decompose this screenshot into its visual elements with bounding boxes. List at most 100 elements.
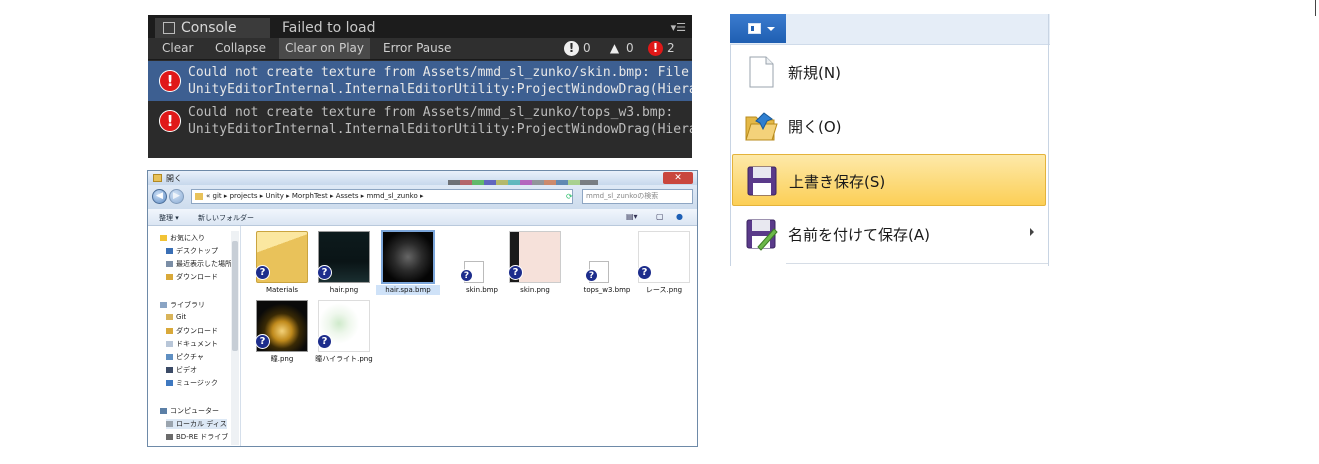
clear-button[interactable]: Clear: [156, 38, 199, 59]
menu-topbar: [730, 14, 1050, 45]
nav-label: BD-RE ドライブ: [176, 433, 229, 441]
console-toolbar: Clear Collapse Clear on Play Error Pause…: [148, 38, 692, 60]
nav-scrollbar[interactable]: [231, 231, 239, 445]
office-file-menu: 新規(N) 開く(O) 上書き保存(S) 名前を付けて保存(A): [730, 14, 1050, 266]
log-message-line1: Could not create texture from Assets/mmd…: [188, 105, 674, 120]
nav-git[interactable]: Git: [166, 313, 186, 321]
log-row[interactable]: ! Could not create texture from Assets/m…: [148, 61, 692, 101]
navigation-pane: お気に入り デスクトップ 最近表示した場所 ダウンロード ライブラリ Git ダ…: [148, 226, 241, 446]
help-icon[interactable]: ●: [676, 212, 686, 221]
error-count-toggle[interactable]: ! 2: [648, 40, 675, 57]
nav-favorites[interactable]: お気に入り: [160, 233, 205, 243]
recent-places-icon: [166, 261, 173, 267]
error-count: 2: [667, 41, 675, 55]
forward-button[interactable]: ▶: [169, 189, 184, 204]
nav-bd-drive[interactable]: BD-RE ドライブ: [166, 432, 228, 442]
new-document-icon: [749, 56, 774, 88]
menu-item-open[interactable]: 開く(O): [732, 100, 1046, 152]
chevron-right-icon: [1030, 228, 1034, 236]
tab-console-label: Console: [181, 20, 237, 36]
warning-icon: ▲: [609, 41, 620, 55]
tab-console[interactable]: Console: [155, 18, 270, 38]
document-icon: [166, 341, 173, 347]
file-name: hair.spa.bmp: [376, 285, 440, 295]
nav-downloads[interactable]: ダウンロード: [166, 272, 218, 282]
nav-music[interactable]: ミュージック: [166, 378, 218, 388]
nav-label: お気に入り: [170, 234, 205, 242]
warning-count-toggle[interactable]: ▲ 0: [607, 40, 634, 57]
nav-label: ローカル ディス: [176, 420, 227, 428]
console-tab-icon: [163, 22, 175, 34]
new-folder-button[interactable]: 新しいフォルダー: [198, 213, 254, 223]
info-count-toggle[interactable]: ! 0: [564, 40, 591, 57]
error-icon: !: [159, 110, 181, 132]
address-row: ◀ ▶ « git ▸ projects ▸ Unity ▸ MorphTest…: [148, 185, 697, 209]
menu-item-new[interactable]: 新規(N): [732, 46, 1046, 98]
question-mark-icon: ?: [255, 334, 270, 349]
tab-menu-icon[interactable]: ▾☰: [671, 21, 686, 34]
scrollbar-thumb[interactable]: [232, 241, 238, 351]
log-message: Could not create texture from Assets/mmd…: [188, 104, 692, 138]
console-tabbar: Console Failed to load ▾☰: [148, 15, 692, 38]
question-mark-icon: ?: [585, 269, 598, 282]
close-button[interactable]: ✕: [663, 172, 693, 184]
question-mark-icon: ?: [460, 269, 473, 282]
nav-desktop[interactable]: デスクトップ: [166, 246, 218, 256]
image-thumbnail: [381, 230, 435, 284]
nav-pictures[interactable]: ピクチャ: [166, 352, 204, 362]
nav-local-disk[interactable]: ローカル ディス: [166, 419, 227, 429]
tab-failed-to-load[interactable]: Failed to load: [282, 18, 376, 38]
nav-documents[interactable]: ドキュメント: [166, 339, 218, 349]
log-message: Could not create texture from Assets/mmd…: [188, 64, 692, 98]
menu-item-save[interactable]: 上書き保存(S): [732, 154, 1046, 206]
preview-pane-icon[interactable]: ▢: [656, 212, 666, 221]
back-button[interactable]: ◀: [152, 189, 167, 204]
file-name: 瞳.png: [270, 355, 294, 363]
search-input[interactable]: mmd_sl_zunkoの検索: [582, 189, 693, 204]
menu-item-label: 名前を付けて保存(A): [788, 226, 930, 244]
error-pause-button[interactable]: Error Pause: [377, 38, 457, 59]
address-bar[interactable]: « git ▸ projects ▸ Unity ▸ MorphTest ▸ A…: [191, 189, 573, 204]
music-icon: [166, 380, 173, 386]
nav-lib-downloads[interactable]: ダウンロード: [166, 326, 218, 336]
log-message-line2: UnityEditorInternal.InternalEditorUtilit…: [188, 122, 692, 137]
nav-label: ピクチャ: [176, 353, 204, 361]
nav-libraries[interactable]: ライブラリ: [160, 300, 205, 310]
log-message-line2: UnityEditorInternal.InternalEditorUtilit…: [188, 82, 692, 97]
nav-label: ダウンロード: [176, 273, 218, 281]
nav-computer[interactable]: コンピューター: [160, 406, 219, 416]
nav-recent[interactable]: 最近表示した場所: [166, 259, 232, 269]
command-bar: 整理 ▾ 新しいフォルダー ▤▾ ▢ ●: [148, 209, 697, 226]
menu-item-label: 開く(O): [788, 118, 842, 136]
question-mark-icon: ?: [317, 334, 332, 349]
question-mark-icon: ?: [317, 265, 332, 280]
star-icon: [160, 235, 167, 241]
dialog-title: 開く: [166, 174, 182, 183]
file-menu-button[interactable]: [730, 14, 786, 43]
collapse-button[interactable]: Collapse: [209, 38, 272, 59]
log-row[interactable]: ! Could not create texture from Assets/m…: [148, 101, 692, 141]
dialog-titlebar: 開く ✕: [148, 171, 697, 186]
menu-item-save-as[interactable]: 名前を付けて保存(A): [732, 208, 1046, 260]
open-folder-icon: [745, 112, 778, 141]
file-name: 瞳ハイライト.png: [315, 355, 373, 363]
video-icon: [166, 367, 173, 373]
menu-item-label: 新規(N): [788, 64, 841, 82]
downloads-icon: [166, 328, 173, 334]
nav-videos[interactable]: ビデオ: [166, 365, 197, 375]
refresh-icon[interactable]: ⟳: [566, 189, 578, 204]
nav-label: デスクトップ: [176, 247, 218, 255]
organize-button[interactable]: 整理 ▾: [159, 213, 179, 223]
unity-console-panel: Console Failed to load ▾☰ Clear Collapse…: [148, 15, 692, 158]
address-path: « git ▸ projects ▸ Unity ▸ MorphTest ▸ A…: [206, 192, 424, 200]
view-options-icon[interactable]: ▤▾: [626, 212, 638, 221]
file-name: レース.png: [645, 286, 683, 294]
file-name: skin.png: [520, 286, 550, 294]
clear-on-play-button[interactable]: Clear on Play: [279, 38, 370, 59]
downloads-icon: [166, 274, 173, 280]
nav-label: ライブラリ: [170, 301, 205, 309]
file-name: Materials: [265, 286, 299, 294]
menu-border: [1048, 14, 1049, 266]
library-icon: [160, 302, 167, 308]
nav-label: コンピューター: [170, 407, 219, 415]
